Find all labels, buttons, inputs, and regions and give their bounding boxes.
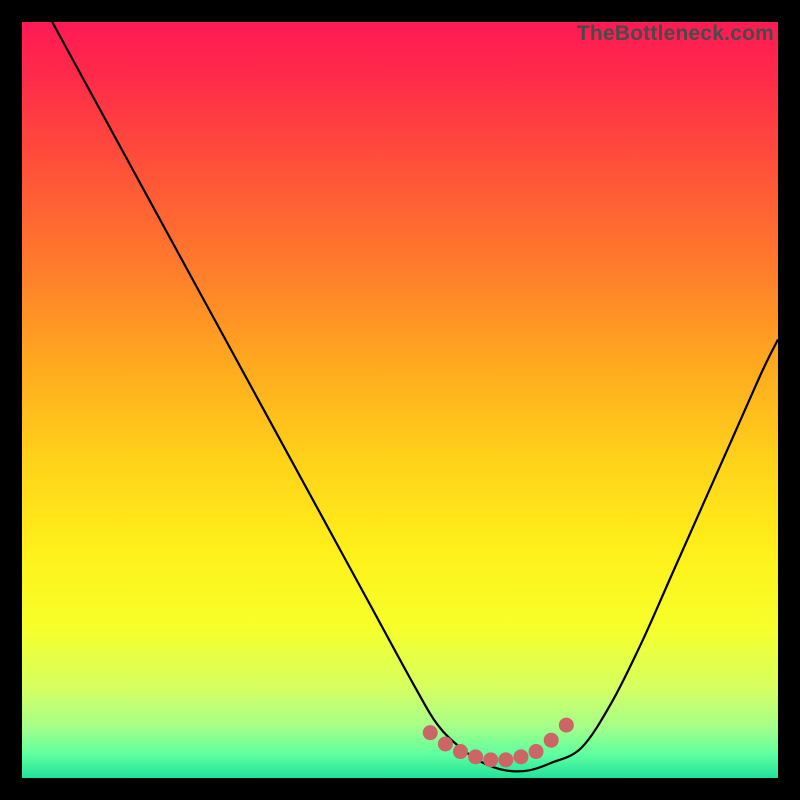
dot bbox=[544, 733, 559, 748]
dot bbox=[468, 749, 483, 764]
dot bbox=[423, 725, 438, 740]
dot bbox=[529, 744, 544, 759]
dot bbox=[453, 744, 468, 759]
plot-area: TheBottleneck.com bbox=[22, 22, 778, 778]
dot bbox=[438, 736, 453, 751]
chart-frame: TheBottleneck.com bbox=[0, 0, 800, 800]
dot bbox=[559, 718, 574, 733]
watermark-text: TheBottleneck.com bbox=[577, 22, 774, 46]
gradient-background bbox=[22, 22, 778, 778]
chart-svg bbox=[22, 22, 778, 778]
dot bbox=[483, 752, 498, 767]
dot bbox=[498, 752, 513, 767]
dot bbox=[513, 749, 528, 764]
